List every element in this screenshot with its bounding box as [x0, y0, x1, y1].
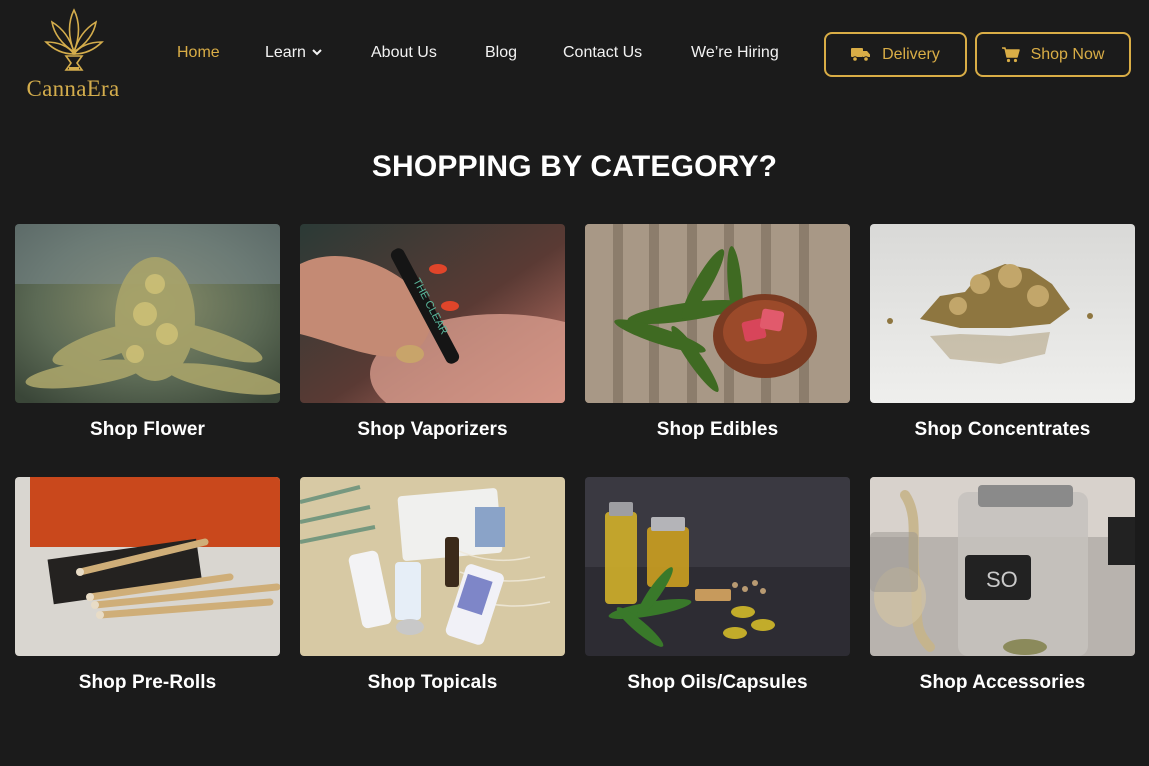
delivery-button[interactable]: Delivery [824, 32, 967, 77]
category-label[interactable]: Shop Accessories [870, 672, 1135, 694]
cannabis-leaf-logo-icon [44, 8, 104, 71]
edibles-image[interactable] [585, 224, 850, 403]
site-header: CannaEra Home Learn About Us Blog Contac… [0, 0, 1149, 110]
category-label[interactable]: Shop Edibles [585, 419, 850, 441]
nav-item-about-us[interactable]: About Us [371, 43, 437, 63]
category-label[interactable]: Shop Oils/Capsules [585, 672, 850, 694]
category-card-accessories[interactable]: SO Shop Accessories [870, 477, 1135, 694]
category-label[interactable]: Shop Concentrates [870, 419, 1135, 441]
shop-now-button[interactable]: Shop Now [975, 32, 1131, 77]
pre-rolls-image[interactable] [15, 477, 280, 656]
category-card-edibles[interactable]: Shop Edibles [585, 224, 850, 441]
nav-item-home[interactable]: Home [177, 43, 220, 63]
logo-wordmark: CannaEra [26, 76, 120, 101]
category-card-concentrates[interactable]: Shop Concentrates [870, 224, 1135, 441]
nav-item-learn[interactable]: Learn [265, 43, 322, 63]
accessories-image[interactable]: SO [870, 477, 1135, 656]
category-label[interactable]: Shop Vaporizers [300, 419, 565, 441]
concentrates-image[interactable] [870, 224, 1135, 403]
topicals-image[interactable] [300, 477, 565, 656]
category-label[interactable]: Shop Topicals [300, 672, 565, 694]
section-title: SHOPPING BY CATEGORY? [371, 150, 778, 183]
category-card-flower[interactable]: Shop Flower [15, 224, 280, 441]
nav-item-were-hiring[interactable]: We’re Hiring [691, 43, 779, 63]
cart-icon [1001, 46, 1020, 62]
category-label[interactable]: Shop Flower [15, 419, 280, 441]
shop-now-button-label: Shop Now [1030, 45, 1105, 63]
category-card-oils-capsules[interactable]: Shop Oils/Capsules [585, 477, 850, 694]
category-card-vaporizers[interactable]: THE CLEAR Shop Vaporizers [300, 224, 565, 441]
nav-item-contact-us[interactable]: Contact Us [563, 43, 642, 63]
nav-item-learn-label: Learn [265, 44, 306, 61]
nav-item-blog[interactable]: Blog [485, 43, 517, 63]
delivery-button-label: Delivery [882, 45, 940, 63]
site-logo[interactable]: CannaEra [14, 8, 132, 102]
vaporizers-image[interactable]: THE CLEAR [300, 224, 565, 403]
category-card-topicals[interactable]: Shop Topicals [300, 477, 565, 694]
category-label[interactable]: Shop Pre-Rolls [15, 672, 280, 694]
flower-image[interactable] [15, 224, 280, 403]
svg-text:SO: SO [986, 567, 1018, 592]
category-card-pre-rolls[interactable]: Shop Pre-Rolls [15, 477, 280, 694]
truck-icon [851, 48, 871, 62]
oils-capsules-image[interactable] [585, 477, 850, 656]
chevron-down-icon [312, 49, 322, 56]
